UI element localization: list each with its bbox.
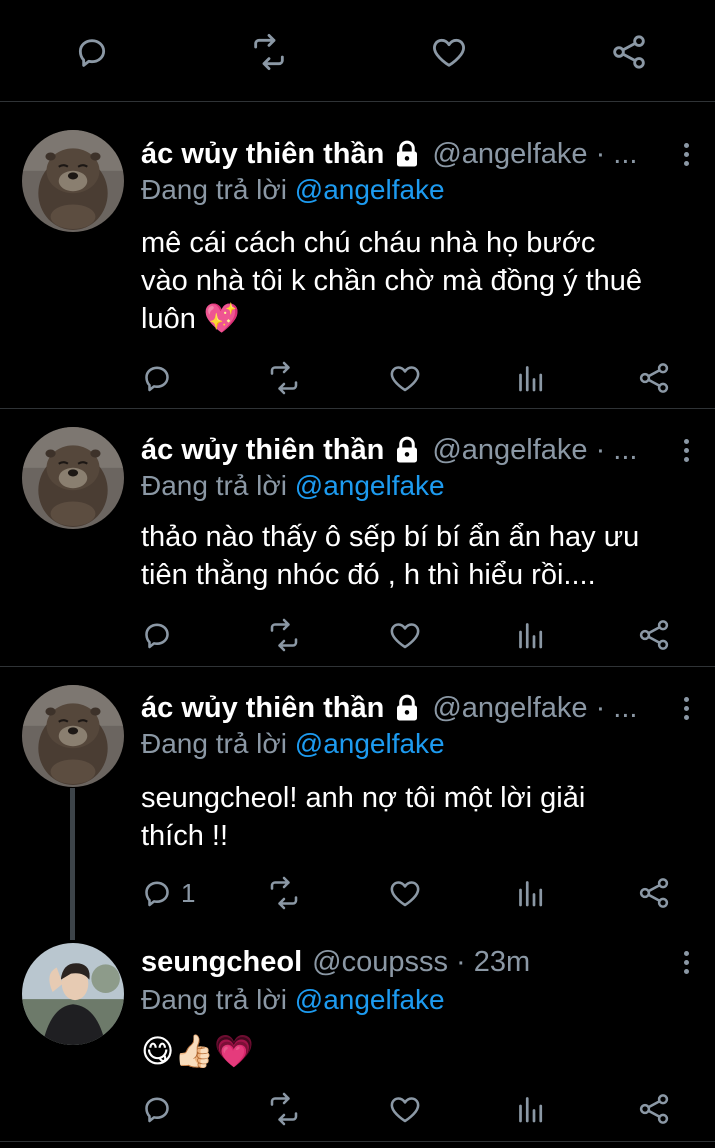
reply-icon[interactable] bbox=[72, 32, 112, 72]
heart-icon[interactable] bbox=[387, 873, 423, 913]
lock-icon bbox=[392, 139, 422, 169]
replying-to: Đang trả lời @angelfake bbox=[141, 728, 445, 759]
user-handle[interactable]: @angelfake · ... bbox=[432, 692, 637, 725]
tweet-actions bbox=[0, 1089, 715, 1129]
tweet-header: ác wủy thiên thần @angelfake · ... bbox=[141, 688, 695, 728]
previous-tweet-actions bbox=[0, 0, 715, 102]
tweet[interactable]: ác wủy thiên thần @angelfake · ... Đang … bbox=[0, 668, 715, 940]
more-icon[interactable] bbox=[679, 688, 693, 728]
reply-count: 1 bbox=[181, 877, 196, 908]
user-handle[interactable]: @angelfake · ... bbox=[432, 434, 637, 467]
reply-icon[interactable] bbox=[139, 1089, 175, 1129]
more-icon[interactable] bbox=[679, 134, 693, 174]
heart-icon[interactable] bbox=[387, 615, 423, 655]
heart-icon[interactable] bbox=[429, 32, 469, 72]
retweet-icon[interactable] bbox=[249, 32, 289, 72]
tweet[interactable]: ác wủy thiên thần @angelfake · ... Đang … bbox=[0, 410, 715, 667]
retweet-icon[interactable] bbox=[266, 873, 302, 913]
thread-line bbox=[70, 788, 75, 940]
lock-icon bbox=[392, 435, 422, 465]
avatar[interactable] bbox=[22, 130, 124, 232]
retweet-icon[interactable] bbox=[266, 358, 302, 398]
mention-link[interactable]: @angelfake bbox=[295, 470, 445, 501]
avatar[interactable] bbox=[22, 943, 124, 1045]
tweet-header: seungcheol @coupsss · 23m bbox=[141, 942, 695, 982]
share-icon[interactable] bbox=[636, 1089, 672, 1129]
share-icon[interactable] bbox=[609, 32, 649, 72]
display-name[interactable]: ác wủy thiên thần bbox=[141, 692, 384, 725]
display-name[interactable]: ác wủy thiên thần bbox=[141, 434, 384, 467]
tweet[interactable]: seungcheol @coupsss · 23m Đang trả lời @… bbox=[0, 938, 715, 1142]
user-handle[interactable]: @angelfake · ... bbox=[432, 138, 637, 171]
tweet-text: thảo nào thấy ô sếp bí bí ẩn ẩn hay ưu t… bbox=[141, 521, 640, 591]
tweet-text: 😋👍🏻💗 bbox=[141, 1033, 255, 1069]
tweet-header: ác wủy thiên thần @angelfake · ... bbox=[141, 134, 695, 174]
tweet-header: ác wủy thiên thần @angelfake · ... bbox=[141, 430, 695, 470]
more-icon[interactable] bbox=[679, 942, 693, 982]
user-handle[interactable]: @coupsss · 23m bbox=[312, 946, 530, 979]
analytics-icon[interactable] bbox=[513, 873, 549, 913]
display-name[interactable]: seungcheol bbox=[141, 946, 302, 979]
replying-to: Đang trả lời @angelfake bbox=[141, 470, 445, 501]
retweet-icon[interactable] bbox=[266, 615, 302, 655]
avatar[interactable] bbox=[22, 685, 124, 787]
reply-icon[interactable] bbox=[139, 358, 175, 398]
share-icon[interactable] bbox=[636, 358, 672, 398]
retweet-icon[interactable] bbox=[266, 1089, 302, 1129]
share-icon[interactable] bbox=[636, 873, 672, 913]
heart-icon[interactable] bbox=[387, 358, 423, 398]
display-name[interactable]: ác wủy thiên thần bbox=[141, 138, 384, 171]
mention-link[interactable]: @angelfake bbox=[295, 984, 445, 1015]
reply-icon[interactable] bbox=[139, 615, 175, 655]
analytics-icon[interactable] bbox=[513, 1089, 549, 1129]
lock-icon bbox=[392, 693, 422, 723]
replying-to: Đang trả lời @angelfake bbox=[141, 984, 445, 1015]
tweet-actions bbox=[0, 358, 715, 398]
tweet-actions: 1 bbox=[0, 873, 715, 913]
mention-link[interactable]: @angelfake bbox=[295, 728, 445, 759]
heart-icon[interactable] bbox=[387, 1089, 423, 1129]
tweet-actions bbox=[0, 615, 715, 655]
mention-link[interactable]: @angelfake bbox=[295, 174, 445, 205]
replying-to: Đang trả lời @angelfake bbox=[141, 174, 445, 205]
more-icon[interactable] bbox=[679, 430, 693, 470]
share-icon[interactable] bbox=[636, 615, 672, 655]
analytics-icon[interactable] bbox=[513, 358, 549, 398]
tweet-text: seungcheol! anh nợ tôi một lời giải thíc… bbox=[141, 782, 586, 852]
reply-button[interactable]: 1 bbox=[139, 873, 195, 913]
tweet-text: mê cái cách chú cháu nhà họ bước vào nhà… bbox=[141, 227, 643, 335]
tweet[interactable]: ác wủy thiên thần @angelfake · ... Đang … bbox=[0, 102, 715, 409]
analytics-icon[interactable] bbox=[513, 615, 549, 655]
reply-icon bbox=[139, 875, 175, 911]
avatar[interactable] bbox=[22, 427, 124, 529]
